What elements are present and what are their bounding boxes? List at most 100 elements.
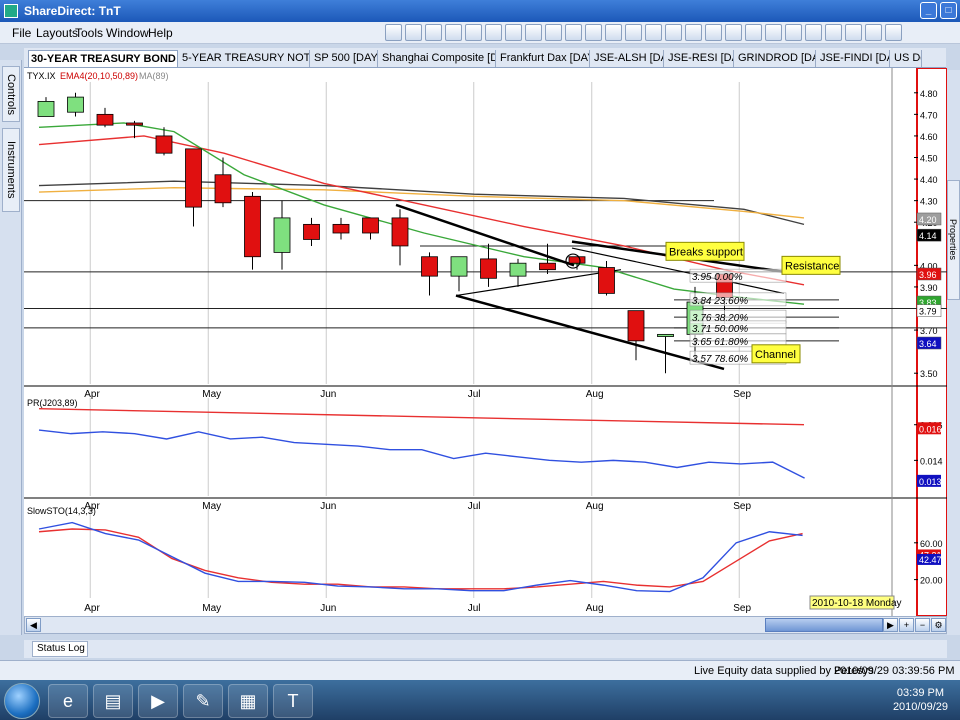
month-label: May [202, 603, 221, 614]
toolbar-button-icon[interactable] [445, 24, 462, 41]
tab-5yr-note[interactable]: 5-YEAR TREASURY NOTE [DAY 1] [180, 50, 310, 67]
month-label: Sep [733, 389, 751, 400]
tab-grindrod[interactable]: GRINDROD [DAY 1] [736, 50, 816, 67]
tab-jse-alsh[interactable]: JSE-ALSH [DAY 1] [592, 50, 664, 67]
toolbar-button-icon[interactable] [605, 24, 622, 41]
zoom-in-icon[interactable]: + [899, 618, 914, 632]
toolbar-button-icon[interactable] [425, 24, 442, 41]
properties-tab[interactable]: Properties [947, 180, 960, 300]
chart-area[interactable]: Apr Apr Apr May May May Jun Jun Jun Jul Jul Jul Aug A… [24, 67, 948, 617]
left-dock: Controls Instruments [0, 60, 22, 635]
month-label: Sep [733, 603, 751, 614]
toolbar-button-icon[interactable] [865, 24, 882, 41]
zoom-out-icon[interactable]: − [915, 618, 930, 632]
scroll-left-icon[interactable]: ◀ [26, 618, 41, 632]
pr-tick-label: 0.014 [920, 456, 943, 466]
toolbar-button-icon[interactable] [685, 24, 702, 41]
tab-frankfurt[interactable]: Frankfurt Dax [DAY 1] [498, 50, 590, 67]
window-titlebar: ShareDirect: TnT _ □ [0, 0, 960, 22]
tab-jse-findi[interactable]: JSE-FINDI [DAY 1] [818, 50, 890, 67]
y-tick-label: 3.90 [920, 283, 938, 293]
toolbar-button-icon[interactable] [665, 24, 682, 41]
month-label: Jun [320, 501, 336, 512]
toolbar-button-icon[interactable] [385, 24, 402, 41]
tab-30yr-bond[interactable]: 30-YEAR TREASURY BOND [WEEK 1] [28, 50, 178, 67]
candle [67, 96, 84, 113]
sto-tick-label: 20.00 [920, 576, 943, 586]
tools-icon[interactable]: ✎ [183, 684, 223, 718]
document-icon[interactable]: ▦ [228, 684, 268, 718]
toolbar-button-icon[interactable] [705, 24, 722, 41]
menu-tools[interactable]: Tools [75, 26, 103, 40]
toolbar-button-icon[interactable] [565, 24, 582, 41]
chart-settings-icon[interactable]: ⚙ [931, 618, 946, 632]
toolbar-button-icon[interactable] [585, 24, 602, 41]
candle [657, 333, 674, 337]
sto-panel-label: SlowSTO(14,3,3) [27, 506, 96, 516]
browser-icon[interactable]: e [48, 684, 88, 718]
legend-ma: MA(89) [139, 71, 169, 81]
status-log-tab[interactable]: Status Log [32, 641, 88, 657]
tnt-app-icon[interactable]: T [273, 684, 313, 718]
candle [332, 223, 350, 234]
chart-tabs: 30-YEAR TREASURY BOND [WEEK 1] 5-YEAR TR… [24, 48, 946, 68]
fib-level-label: 3.57 78.60% [692, 354, 748, 365]
menu-window[interactable]: Window [106, 26, 149, 40]
tab-us-dollar[interactable]: US Do [892, 50, 922, 67]
horizontal-scrollbar[interactable]: ◀ ▶ + − ⚙ [24, 616, 947, 634]
scroll-right-icon[interactable]: ▶ [883, 618, 898, 632]
instruments-tab[interactable]: Instruments [2, 128, 20, 212]
candle [509, 262, 527, 277]
controls-tab[interactable]: Controls [2, 66, 20, 122]
fib-level-label: 3.71 50.00% [692, 324, 748, 335]
candle [450, 256, 468, 277]
maximize-button[interactable]: □ [940, 2, 957, 19]
toolbar-button-icon[interactable] [405, 24, 422, 41]
menu-layouts[interactable]: Layouts [36, 26, 78, 40]
toolbar-button-icon[interactable] [625, 24, 642, 41]
sto-tick-label: 60.00 [920, 539, 943, 549]
tab-shanghai[interactable]: Shanghai Composite [DAY 1] [380, 50, 496, 67]
month-label: Jul [468, 603, 481, 614]
toolbar-button-icon[interactable] [725, 24, 742, 41]
minimize-button[interactable]: _ [920, 2, 937, 19]
tab-sp500[interactable]: SP 500 [DAY 1] [312, 50, 378, 67]
month-label: Aug [586, 389, 604, 400]
toolbar-button-icon[interactable] [805, 24, 822, 41]
candle [568, 256, 586, 264]
taskbar-clock: 03:39 PM 2010/09/29 [892, 687, 948, 713]
start-button[interactable] [4, 683, 40, 719]
fib-level-label: 3.84 23.60% [692, 296, 748, 307]
toolbar-button-icon[interactable] [485, 24, 502, 41]
y-tick-label: 4.70 [920, 110, 938, 120]
price-tag-label: 4.14 [919, 231, 937, 241]
menu-file[interactable]: File [12, 26, 31, 40]
toolbar-button-icon[interactable] [505, 24, 522, 41]
media-player-icon[interactable]: ▶ [138, 684, 178, 718]
month-label: Jun [320, 389, 336, 400]
price-tag-label: 3.96 [919, 270, 937, 280]
toolbar-button-icon[interactable] [885, 24, 902, 41]
toolbar-button-icon[interactable] [825, 24, 842, 41]
toolbar-button-icon[interactable] [645, 24, 662, 41]
status-datetime: 2010/09/29 03:39:56 PM [834, 665, 955, 677]
fib-level-label: 3.95 0.00% [692, 272, 743, 283]
month-label: Aug [586, 603, 604, 614]
toolbar-button-icon[interactable] [765, 24, 782, 41]
chart-svg[interactable]: AprAprAprMayMayMayJunJunJunJulJulJulAugA… [24, 67, 948, 617]
y-tick-label: 4.40 [920, 175, 938, 185]
tab-jse-resi[interactable]: JSE-RESI [DAY 1] [666, 50, 734, 67]
scroll-thumb[interactable] [765, 618, 883, 632]
toolbar-button-icon[interactable] [525, 24, 542, 41]
toolbar-button-icon[interactable] [545, 24, 562, 41]
pr-panel-label: PR(J203,89) [27, 398, 78, 408]
candle [185, 148, 202, 208]
toolbar-button-icon[interactable] [745, 24, 762, 41]
candle [598, 267, 615, 294]
candle [391, 217, 409, 247]
toolbar-button-icon[interactable] [465, 24, 482, 41]
menu-help[interactable]: Help [148, 26, 173, 40]
toolbar-button-icon[interactable] [785, 24, 802, 41]
toolbar-button-icon[interactable] [845, 24, 862, 41]
folder-icon[interactable]: ▤ [93, 684, 133, 718]
